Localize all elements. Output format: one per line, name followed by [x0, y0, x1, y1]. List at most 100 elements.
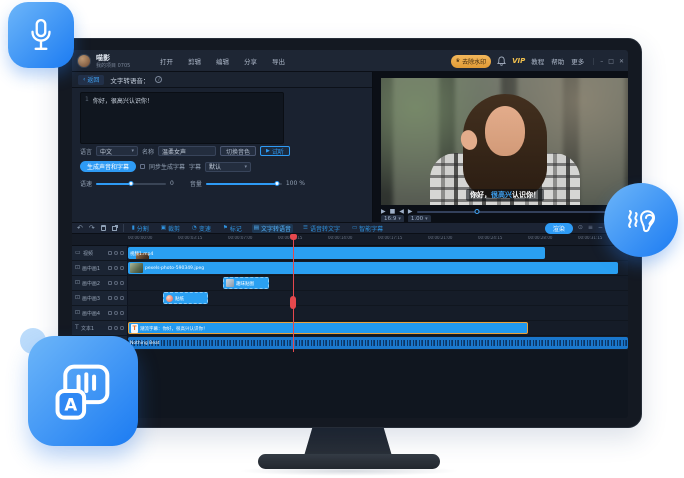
sticker-clip[interactable]: 贴纸	[163, 292, 208, 304]
tool-speed[interactable]: ◔变速	[190, 224, 213, 233]
minimize-button[interactable]: –	[600, 58, 603, 65]
lock-icon[interactable]	[108, 281, 112, 285]
timeline-toolbar: ↶ ↷ ▮分割 ▣裁剪 ◔变速 ⚑标记 ▤文字转语音 ☰语音转文字 ▭智能字幕 渲染 ⊙ ≡−…	[72, 222, 628, 234]
track-label: 画中画1	[82, 264, 104, 271]
ear-listening-icon	[623, 201, 659, 239]
tool-speech-to-text[interactable]: ☰语音转文字	[301, 224, 342, 233]
subtitle-text: 你好，	[470, 191, 491, 199]
menu-item[interactable]: 分享	[244, 56, 257, 66]
tool-marker[interactable]: ⚑标记	[221, 224, 244, 233]
voice-name-input[interactable]: 温柔女声	[158, 146, 216, 156]
video-preview[interactable]: 你好，很高兴认识你！	[381, 78, 628, 205]
video-track-header: ▭视频	[72, 246, 128, 260]
back-button[interactable]: ‹ 返回	[78, 75, 104, 85]
speed-slider[interactable]	[96, 183, 166, 185]
language-value: 中文	[100, 147, 112, 156]
volume-slider[interactable]	[206, 183, 282, 185]
titlebar-link[interactable]: 教程	[531, 56, 544, 66]
eye-icon[interactable]	[120, 281, 124, 285]
generate-voice-button[interactable]: 生成声音和字幕	[80, 161, 136, 172]
auto-caption-icon: ▭	[352, 225, 357, 231]
eye-icon[interactable]	[120, 311, 124, 315]
lock-icon[interactable]	[108, 266, 112, 270]
user-avatar[interactable]	[77, 54, 91, 68]
mute-icon[interactable]	[114, 296, 118, 300]
menu-item[interactable]: 打开	[160, 56, 173, 66]
eye-icon[interactable]	[120, 296, 124, 300]
lock-icon[interactable]	[108, 326, 112, 330]
caption-style-select[interactable]: 默认 ▾	[205, 162, 251, 172]
zoom-out-icon[interactable]: −	[598, 225, 603, 231]
playhead-line	[293, 234, 294, 352]
render-button[interactable]: 渲染	[545, 223, 573, 234]
titlebar-link[interactable]: 帮助	[551, 56, 564, 66]
audio-clip[interactable]: Nothing Beat	[128, 337, 628, 349]
undo-icon[interactable]: ↶	[77, 225, 83, 232]
menu-item[interactable]: 导出	[272, 56, 285, 66]
menu-item[interactable]: 编辑	[216, 56, 229, 66]
notification-bell-icon[interactable]	[497, 56, 506, 66]
mute-icon[interactable]	[114, 326, 118, 330]
video-track-type-icon: ▭	[75, 250, 81, 256]
delete-icon[interactable]	[101, 225, 106, 231]
pip4-track-lane[interactable]	[128, 306, 628, 320]
tool-crop[interactable]: ▣裁剪	[159, 224, 182, 233]
tool-split[interactable]: ▮分割	[130, 224, 151, 233]
text-track-lane[interactable]: T潮流字幕：你好，很高兴认识你！	[128, 321, 628, 335]
text-to-speech-icon: ▤	[254, 225, 259, 231]
redo-icon[interactable]: ↷	[89, 225, 95, 232]
playhead-handle[interactable]	[290, 296, 296, 309]
audition-button[interactable]: ▶ 试听	[260, 146, 290, 156]
pip1-track-lane[interactable]: pexels-photo-590349.jpeg	[128, 261, 628, 275]
pip4-track-header: ⊡画中画4	[72, 306, 128, 320]
video-track-lane[interactable]: 视频1.mp4	[128, 246, 628, 260]
eye-icon[interactable]	[120, 266, 124, 270]
lock-icon[interactable]	[108, 296, 112, 300]
voiceover-icon[interactable]: ⊙	[578, 225, 583, 231]
mute-icon[interactable]	[114, 266, 118, 270]
seek-bar[interactable]	[417, 211, 619, 213]
timeline-ruler[interactable]: 00:00:00:0000:00:03:1500:00:07:0000:00:1…	[72, 234, 628, 246]
clip-label: 潮流字幕：你好，很高兴认识你！	[140, 325, 208, 331]
sync-caption-checkbox[interactable]	[140, 164, 145, 169]
lock-icon[interactable]	[108, 311, 112, 315]
audio-track-lane[interactable]: Nothing Beat	[128, 336, 628, 350]
voice-settings-row: 语言 中文 ▾ 名称 温柔女声 切换音色 ▶ 试听	[80, 146, 290, 156]
lock-icon[interactable]	[108, 251, 112, 255]
language-select[interactable]: 中文 ▾	[96, 146, 138, 156]
script-text: 你好，很高兴认识你！	[93, 96, 153, 140]
tool-label: 裁剪	[168, 224, 180, 233]
monitor: 喵影 我的项目 0705 打开剪辑编辑分享导出 ♛ 去除水印 VIP 教程帮助更…	[58, 38, 642, 428]
vip-badge[interactable]: VIP	[512, 57, 525, 65]
caption-label: 字幕	[189, 162, 201, 171]
pip1-track-header: ⊡画中画1	[72, 261, 128, 275]
text-clip[interactable]: T潮流字幕：你好，很高兴认识你！	[128, 322, 528, 334]
duplicate-icon[interactable]	[112, 226, 117, 231]
tool-auto-caption[interactable]: ▭智能字幕	[350, 224, 385, 233]
mute-icon[interactable]	[114, 251, 118, 255]
mixer-icon[interactable]: ≡	[588, 225, 593, 231]
playhead-pin[interactable]	[290, 234, 297, 240]
maximize-button[interactable]: □	[608, 58, 614, 65]
close-button[interactable]: ✕	[619, 58, 624, 65]
pip3-track-lane[interactable]: 贴纸	[128, 291, 628, 305]
remove-watermark-button[interactable]: ♛ 去除水印	[451, 55, 492, 68]
chip-clip[interactable]: 趣味贴图	[223, 277, 269, 289]
mute-icon[interactable]	[114, 281, 118, 285]
image-clip[interactable]: pexels-photo-590349.jpeg	[128, 262, 618, 274]
script-textarea[interactable]: 1 你好，很高兴认识你！	[80, 92, 284, 144]
tool-text-to-speech[interactable]: ▤文字转语音	[252, 224, 293, 233]
titlebar-link[interactable]: 更多	[571, 56, 584, 66]
video-clip[interactable]: 视频1.mp4	[128, 247, 545, 259]
info-icon[interactable]: i	[155, 76, 162, 83]
chevron-down-icon: ▾	[245, 164, 248, 170]
eye-icon[interactable]	[120, 251, 124, 255]
mute-icon[interactable]	[114, 311, 118, 315]
audition-label: 试听	[272, 147, 284, 156]
eye-icon[interactable]	[120, 326, 124, 330]
speed-icon: ◔	[192, 225, 197, 231]
caption-value: 默认	[209, 162, 221, 171]
menu-item[interactable]: 剪辑	[188, 56, 201, 66]
pip2-track-lane[interactable]: 趣味贴图	[128, 276, 628, 290]
change-voice-button[interactable]: 切换音色	[220, 146, 256, 156]
